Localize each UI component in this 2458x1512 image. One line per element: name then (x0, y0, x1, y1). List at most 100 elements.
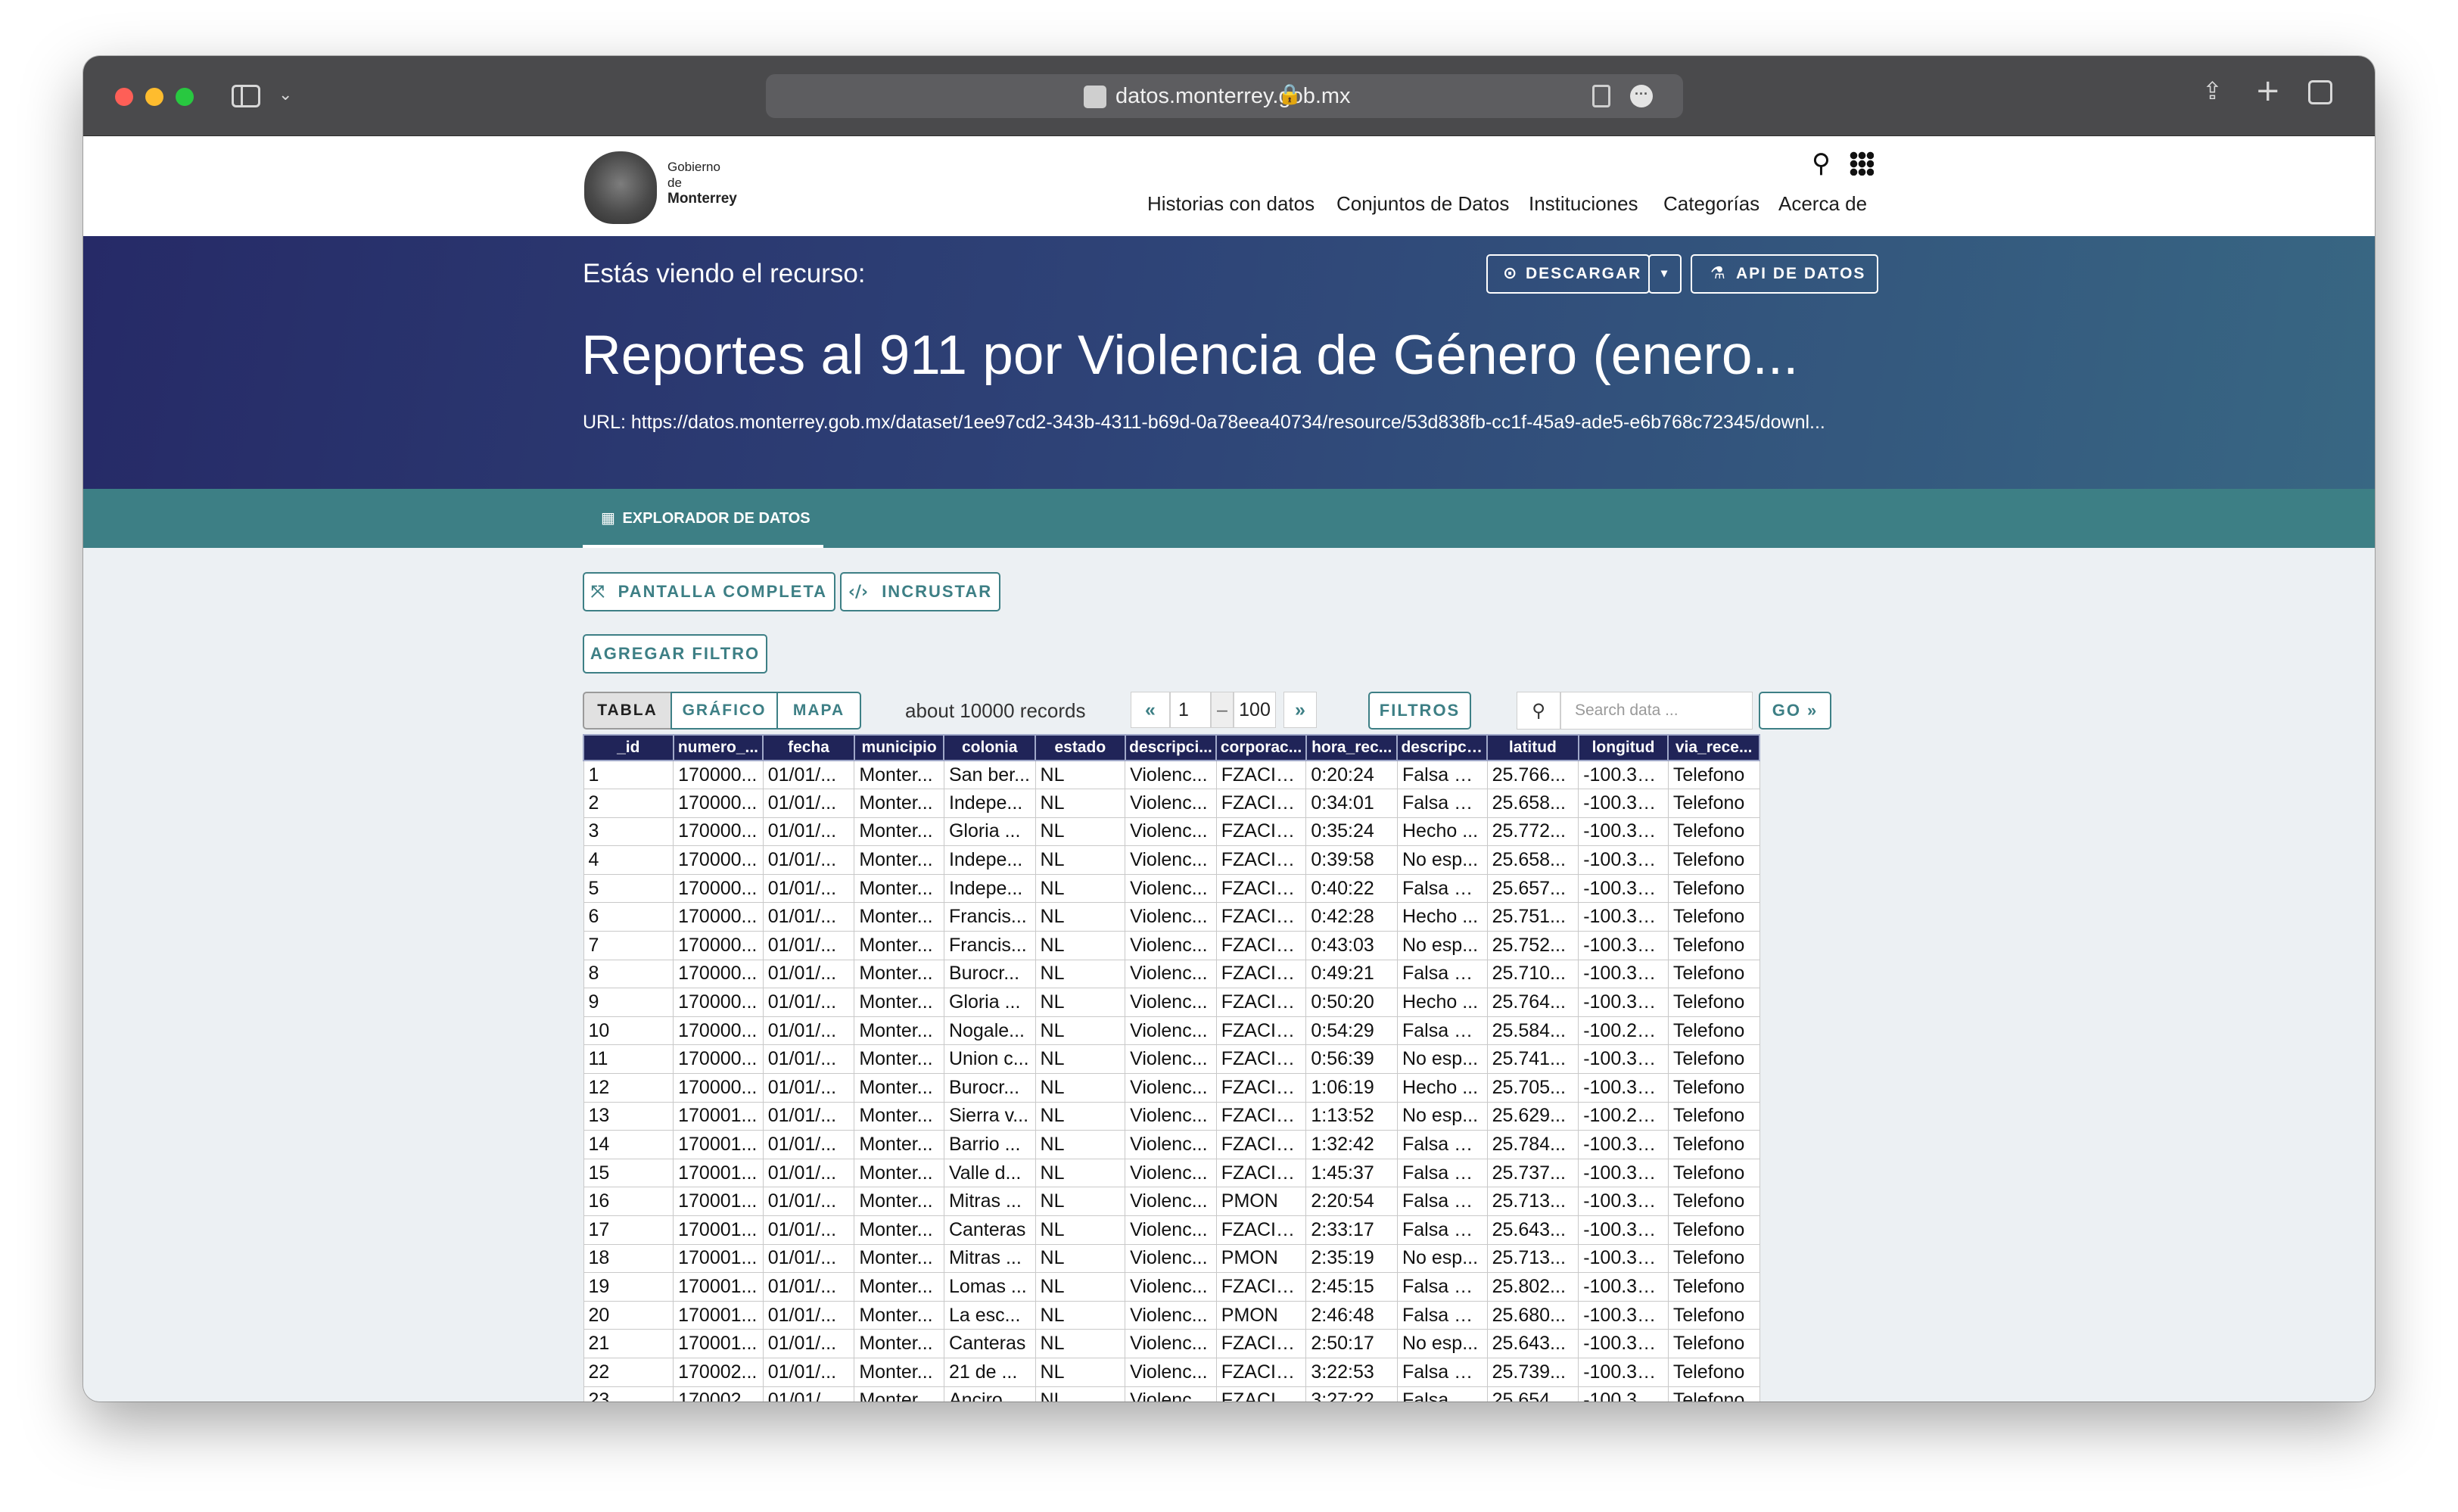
column-header[interactable]: via_rece... (1667, 734, 1760, 761)
nav-acerca[interactable]: Acerca de (1778, 192, 1867, 216)
nav-historias[interactable]: Historias con datos (1147, 192, 1315, 216)
column-header[interactable]: estado (1035, 734, 1126, 761)
table-cell: 25.802... (1486, 1272, 1579, 1302)
table-cell: 170001... (673, 1101, 764, 1131)
column-header[interactable]: _id (583, 734, 674, 761)
view-table-button[interactable]: TABLA (583, 692, 672, 730)
site-logo-text[interactable]: Gobierno de Monterrey (667, 159, 737, 207)
logo-line-1: Gobierno (667, 160, 720, 174)
monterrey-coat-of-arms-logo[interactable] (584, 151, 657, 224)
fullscreen-button[interactable]: ⤧ PANTALLA COMPLETA (583, 572, 835, 611)
nav-categorias[interactable]: Categorías (1663, 192, 1759, 216)
expand-icon: ⤧ (590, 583, 605, 602)
table-row[interactable]: 12 170000... 01/01/... Monter... Burocr... NL… (583, 1073, 1760, 1103)
chevron-down-icon[interactable]: ⌄ (278, 83, 292, 107)
column-header[interactable]: corporac... (1215, 734, 1307, 761)
table-cell: Francis... (943, 902, 1036, 932)
table-cell: -100.33... (1578, 789, 1669, 818)
search-data-input[interactable]: Search data ... (1560, 692, 1753, 730)
table-cell: NL (1035, 817, 1126, 847)
column-header[interactable]: descripci... (1396, 734, 1489, 761)
column-header[interactable]: fecha (762, 734, 855, 761)
table-row[interactable]: 13 170001... 01/01/... Monter... Sierra v...… (583, 1101, 1760, 1131)
table-row[interactable]: 2 170000... 01/01/... Monter... Indepe... NL V… (583, 789, 1760, 818)
pager-to-input[interactable]: 100 (1234, 692, 1276, 728)
table-row[interactable]: 16 170001... 01/01/... Monter... Mitras ... N… (583, 1187, 1760, 1216)
zoom-window-button[interactable] (176, 88, 194, 106)
table-row[interactable]: 4 170000... 01/01/... Monter... Indepe... NL V… (583, 845, 1760, 875)
more-options-icon[interactable]: ··· (1630, 85, 1653, 107)
table-cell: Violenc... (1125, 817, 1217, 847)
table-cell: -100.31... (1578, 1215, 1669, 1245)
column-header[interactable]: municipio (853, 734, 945, 761)
table-row[interactable]: 17 170001... 01/01/... Monter... Canteras NL V… (583, 1215, 1760, 1245)
view-map-button[interactable]: MAPA (776, 692, 861, 730)
share-icon[interactable]: ⇪ (2202, 79, 2223, 103)
column-header[interactable]: descripci... (1124, 734, 1218, 761)
table-cell: Indepe... (943, 789, 1036, 818)
table-cell: 16 (583, 1187, 674, 1216)
table-row[interactable]: 14 170001... 01/01/... Monter... Barrio ... N… (583, 1130, 1760, 1159)
new-tab-icon[interactable]: + (2255, 76, 2281, 106)
pager-next-button[interactable]: » (1283, 692, 1317, 728)
table-cell: Monter... (854, 1386, 944, 1402)
go-button[interactable]: GO » (1759, 692, 1831, 730)
table-cell: 0:56:39 (1305, 1044, 1398, 1075)
pager-prev-button[interactable]: « (1131, 692, 1170, 728)
apps-grid-icon[interactable] (1850, 151, 1874, 176)
column-header[interactable]: colonia (943, 734, 1037, 761)
table-row[interactable]: 10 170000... 01/01/... Monter... Nogale... NL… (583, 1016, 1760, 1046)
column-header[interactable]: longitud (1577, 734, 1669, 761)
table-cell: PMON (1215, 1300, 1307, 1330)
table-cell: 0:42:28 (1305, 902, 1398, 932)
table-row[interactable]: 20 170001... 01/01/... Monter... La esc... NL… (583, 1300, 1760, 1330)
table-row[interactable]: 18 170001... 01/01/... Monter... Mitras ... N… (583, 1243, 1760, 1274)
download-button[interactable]: ⊙ DESCARGAR (1486, 254, 1650, 294)
table-cell: Telefono (1667, 1016, 1760, 1046)
sidebar-toggle-icon[interactable] (232, 85, 260, 107)
record-count: about 10000 records (905, 699, 1086, 722)
table-row[interactable]: 19 170001... 01/01/... Monter... Lomas ... NL… (583, 1272, 1760, 1302)
table-row[interactable]: 23 170002... 01/01/... Monter... Anciro... NL… (583, 1386, 1760, 1402)
table-cell: 0:43:03 (1305, 931, 1398, 960)
table-cell: NL (1035, 988, 1126, 1017)
view-chart-button[interactable]: GRÁFICO (671, 692, 778, 730)
minimize-window-button[interactable] (145, 88, 163, 106)
table-row[interactable]: 1 170000... 01/01/... Monter... San ber... NL… (583, 760, 1760, 790)
column-header[interactable]: hora_rec... (1305, 734, 1399, 761)
search-icon[interactable]: ⚲ (1812, 148, 1831, 179)
table-row[interactable]: 22 170002... 01/01/... Monter... 21 de ... NL… (583, 1357, 1760, 1387)
table-cell: Violenc... (1125, 902, 1217, 932)
download-options-button[interactable]: ▾ (1648, 254, 1682, 294)
pager-from-input[interactable]: 1 (1170, 692, 1211, 728)
embed-button[interactable]: ‹/› INCRUSTAR (840, 572, 1000, 611)
table-row[interactable]: 8 170000... 01/01/... Monter... Burocr... NL V… (583, 959, 1760, 989)
api-button[interactable]: ⚗ API DE DATOS (1691, 254, 1878, 294)
reader-mode-icon[interactable] (1592, 85, 1610, 107)
close-window-button[interactable] (115, 88, 133, 106)
table-cell: 8 (583, 959, 674, 989)
address-url[interactable]: datos.monterrey.gob.mx (1115, 84, 1351, 109)
table-row[interactable]: 5 170000... 01/01/... Monter... Indepe... NL V… (583, 873, 1760, 904)
table-row[interactable]: 9 170000... 01/01/... Monter... Gloria ... NL… (583, 988, 1760, 1017)
table-row[interactable]: 6 170000... 01/01/... Monter... Francis... NL… (583, 902, 1760, 932)
filters-button[interactable]: FILTROS (1368, 692, 1471, 730)
table-cell: Falsa al... (1396, 789, 1488, 818)
add-filter-button[interactable]: AGREGAR FILTRO (583, 634, 767, 674)
table-row[interactable]: 15 170001... 01/01/... Monter... Valle d... N… (583, 1158, 1760, 1188)
table-cell: Telefono (1667, 1357, 1760, 1387)
data-grid[interactable]: _id numero_... fecha municipio colonia estado… (583, 734, 1763, 1402)
table-row[interactable]: 7 170000... 01/01/... Monter... Francis... NL… (583, 931, 1760, 960)
address-bar[interactable]: datos.monterrey.gob.mx 🔒 ··· (766, 74, 1683, 118)
tab-data-explorer[interactable]: ▦ EXPLORADOR DE DATOS (583, 489, 823, 548)
tab-overview-icon[interactable] (2308, 80, 2332, 104)
table-cell: Monter... (854, 931, 944, 960)
nav-instituciones[interactable]: Instituciones (1529, 192, 1638, 216)
table-row[interactable]: 21 170001... 01/01/... Monter... Canteras NL V… (583, 1329, 1760, 1358)
table-row[interactable]: 3 170000... 01/01/... Monter... Gloria ... NL… (583, 817, 1760, 847)
table-cell: NL (1035, 1357, 1126, 1387)
table-row[interactable]: 11 170000... 01/01/... Monter... Union c... N… (583, 1044, 1760, 1075)
column-header[interactable]: latitud (1486, 734, 1579, 761)
column-header[interactable]: numero_... (672, 734, 764, 761)
nav-conjuntos[interactable]: Conjuntos de Datos (1336, 192, 1509, 216)
